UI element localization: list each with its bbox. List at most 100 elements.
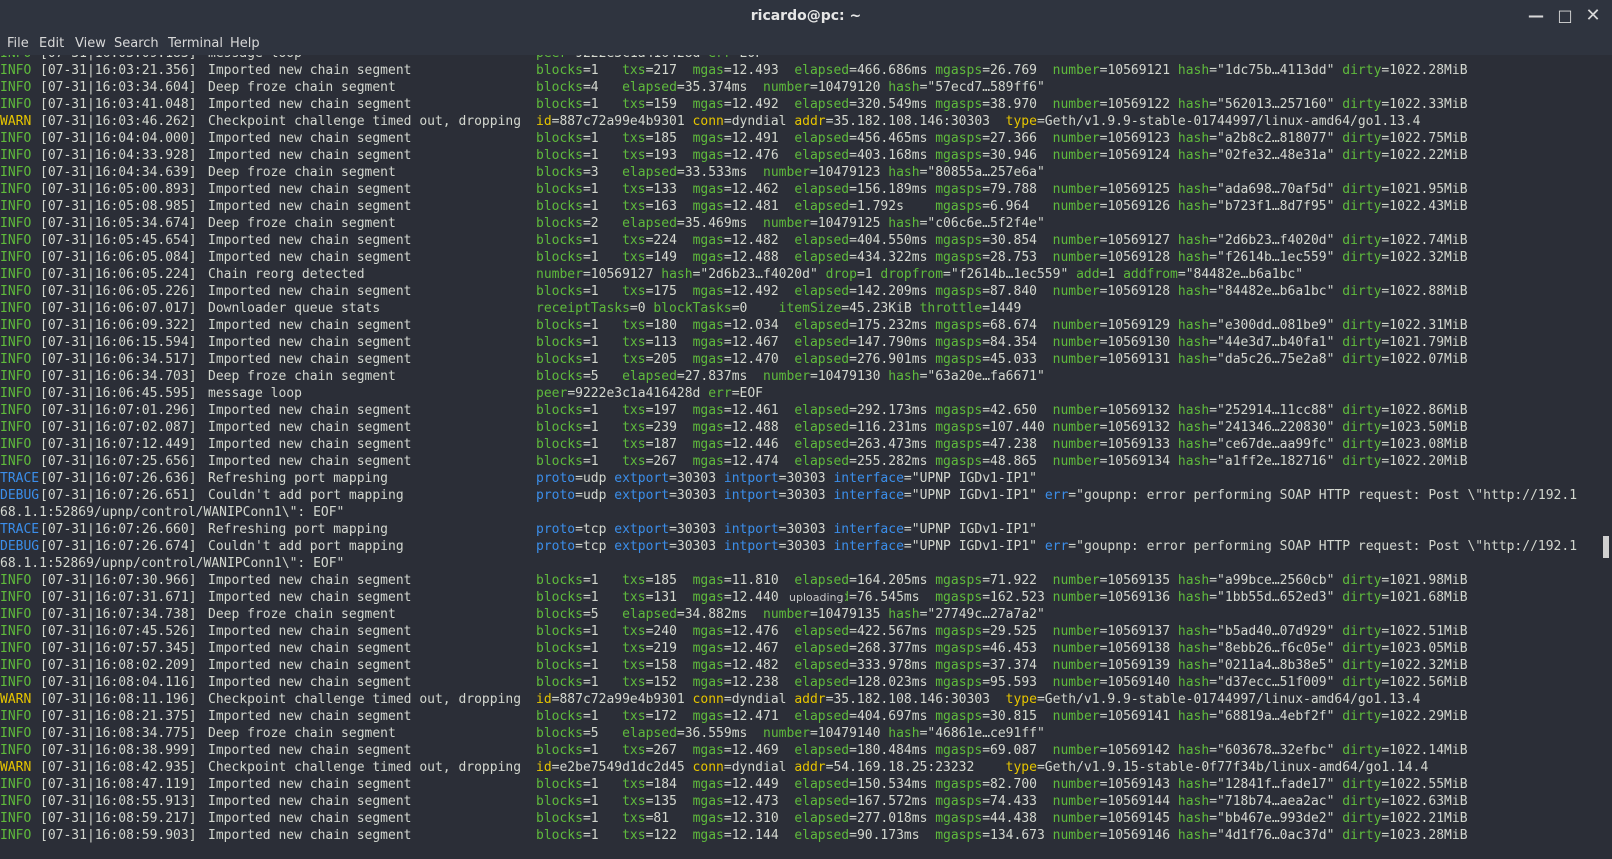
log-key: blocks xyxy=(536,335,583,350)
log-value: 1023.08MiB xyxy=(1389,437,1468,452)
log-key: mgas xyxy=(692,97,724,112)
log-value: 113 xyxy=(653,335,693,350)
log-value: 12.474 xyxy=(731,454,795,469)
log-value: 187 xyxy=(653,437,693,452)
log-context: blocks=2 elapsed=35.469ms number=1047912… xyxy=(536,216,1045,231)
log-key: blocks xyxy=(536,590,583,605)
log-value: udp xyxy=(582,471,615,486)
log-level: WARN xyxy=(0,114,32,129)
scrollbar-thumb[interactable] xyxy=(1603,536,1609,558)
log-value: 11.810 xyxy=(731,573,795,588)
log-value: 1022.32MiB xyxy=(1389,250,1468,265)
log-key: number xyxy=(1052,420,1100,435)
log-key: hash xyxy=(888,80,920,95)
log-key: mgas xyxy=(692,63,724,78)
log-context: blocks=4 elapsed=35.374ms number=1047912… xyxy=(536,80,1045,95)
log-line: INFO [07-31|16:08:47.119] Imported new cha… xyxy=(0,776,1468,793)
log-value: 69.087 xyxy=(990,743,1053,758)
log-key: hash xyxy=(661,267,693,282)
log-key: blocks xyxy=(536,743,583,758)
log-context: blocks=1 txs=224 mgas=12.482 elapsed=404… xyxy=(536,233,1468,248)
log-value: 12.238 xyxy=(731,675,795,690)
log-value: 1021.95MiB xyxy=(1389,182,1468,197)
log-key: addr xyxy=(794,760,826,775)
log-line: INFO [07-31|16:05:00.893] Imported new cha… xyxy=(0,181,1468,198)
log-key: blocks xyxy=(536,437,583,452)
log-key: id xyxy=(536,760,552,775)
log-line: INFO [07-31|16:03:34.604] Deep froze chain… xyxy=(0,79,1045,96)
log-level: INFO xyxy=(0,607,32,622)
log-value: 5 xyxy=(590,369,623,384)
log-value: "ada698…70af5d" xyxy=(1217,182,1343,197)
log-value: 38.970 xyxy=(990,97,1053,112)
log-context: blocks=1 txs=135 mgas=12.473 elapsed=167… xyxy=(536,794,1468,809)
menu-view[interactable]: View xyxy=(75,36,106,51)
maximize-icon[interactable]: □ xyxy=(1555,6,1575,26)
minimize-icon[interactable]: — xyxy=(1526,6,1546,26)
log-value: "252914…11cc88" xyxy=(1217,403,1343,418)
log-value: 10479125 xyxy=(817,216,889,231)
log-timestamp: [07-31|16:03:41.048] xyxy=(40,97,197,112)
menu-search[interactable]: Search xyxy=(114,36,159,51)
log-key: txs xyxy=(622,675,646,690)
log-timestamp: [07-31|16:07:34.738] xyxy=(40,607,197,622)
menu-edit[interactable]: Edit xyxy=(39,36,64,51)
log-level: INFO xyxy=(0,420,32,435)
terminal-output[interactable]: INFO [07-31|16:03:09.183] message loop peer… xyxy=(0,55,1600,859)
log-context: blocks=1 txs=193 mgas=12.476 elapsed=403… xyxy=(536,148,1468,163)
log-value: 240 xyxy=(653,624,693,639)
log-value: 35.182.108.146:30303 xyxy=(833,114,1006,129)
log-key: blocks xyxy=(536,777,583,792)
log-key: mgasps xyxy=(935,675,983,690)
close-icon[interactable]: ✕ xyxy=(1583,6,1603,26)
log-line: INFO [07-31|16:07:31.671] Imported new cha… xyxy=(0,589,1468,606)
log-value: 30.815 xyxy=(990,709,1053,724)
log-key: elapsed xyxy=(794,335,850,350)
log-key: elapsed xyxy=(622,607,677,622)
log-key: mgasps xyxy=(935,641,983,656)
menu-file[interactable]: File xyxy=(7,36,29,51)
log-key: intport xyxy=(723,522,779,537)
log-key: hash xyxy=(1177,641,1210,656)
log-level: INFO xyxy=(0,573,32,588)
log-key: txs xyxy=(622,709,646,724)
log-value: 42.650 xyxy=(990,403,1053,418)
log-level: WARN xyxy=(0,760,32,775)
log-value: 133 xyxy=(653,182,693,197)
log-value: 0 xyxy=(637,301,654,316)
log-key: number xyxy=(1052,318,1100,333)
log-value: 1 xyxy=(590,743,623,758)
log-value: 0 xyxy=(739,301,779,316)
log-key: blocks xyxy=(536,199,583,214)
log-key: elapsed xyxy=(794,63,850,78)
log-value: 1 xyxy=(590,352,623,367)
log-value: 81 xyxy=(653,811,693,826)
log-value: "562013…257160" xyxy=(1217,97,1343,112)
log-value: 1 xyxy=(590,777,623,792)
log-value: udp xyxy=(582,488,615,503)
window-titlebar[interactable]: ricardo@pc: ~ — □ ✕ xyxy=(0,0,1612,33)
log-key: elapsed xyxy=(794,743,850,758)
log-level: INFO xyxy=(0,318,32,333)
menu-terminal[interactable]: Terminal xyxy=(168,36,223,51)
log-timestamp: [07-31|16:03:46.262] xyxy=(40,114,197,129)
log-value: 10569126 xyxy=(1107,199,1178,214)
log-key: txs xyxy=(622,811,646,826)
log-key: dirty xyxy=(1342,403,1382,418)
menu-help[interactable]: Help xyxy=(230,36,260,51)
log-key: elapsed xyxy=(794,131,850,146)
log-context: blocks=1 txs=185 mgas=12.491 elapsed=456… xyxy=(536,131,1468,146)
log-value: 10569130 xyxy=(1107,335,1178,350)
log-key: mgasps xyxy=(935,352,983,367)
log-context: receiptTasks=0 blockTasks=0 itemSize=45.… xyxy=(536,301,1022,316)
log-value: 1023.28MiB xyxy=(1389,828,1468,843)
log-key: txs xyxy=(622,658,646,673)
log-context: blocks=1 txs=175 mgas=12.492 elapsed=142… xyxy=(536,284,1468,299)
terminal-scrollbar[interactable] xyxy=(1600,55,1612,859)
log-key: hash xyxy=(1177,590,1210,605)
log-value: 1 xyxy=(590,675,623,690)
log-key: blocks xyxy=(536,63,583,78)
log-key: dirty xyxy=(1342,437,1382,452)
log-key: id xyxy=(536,114,552,129)
log-key: proto xyxy=(536,471,576,486)
